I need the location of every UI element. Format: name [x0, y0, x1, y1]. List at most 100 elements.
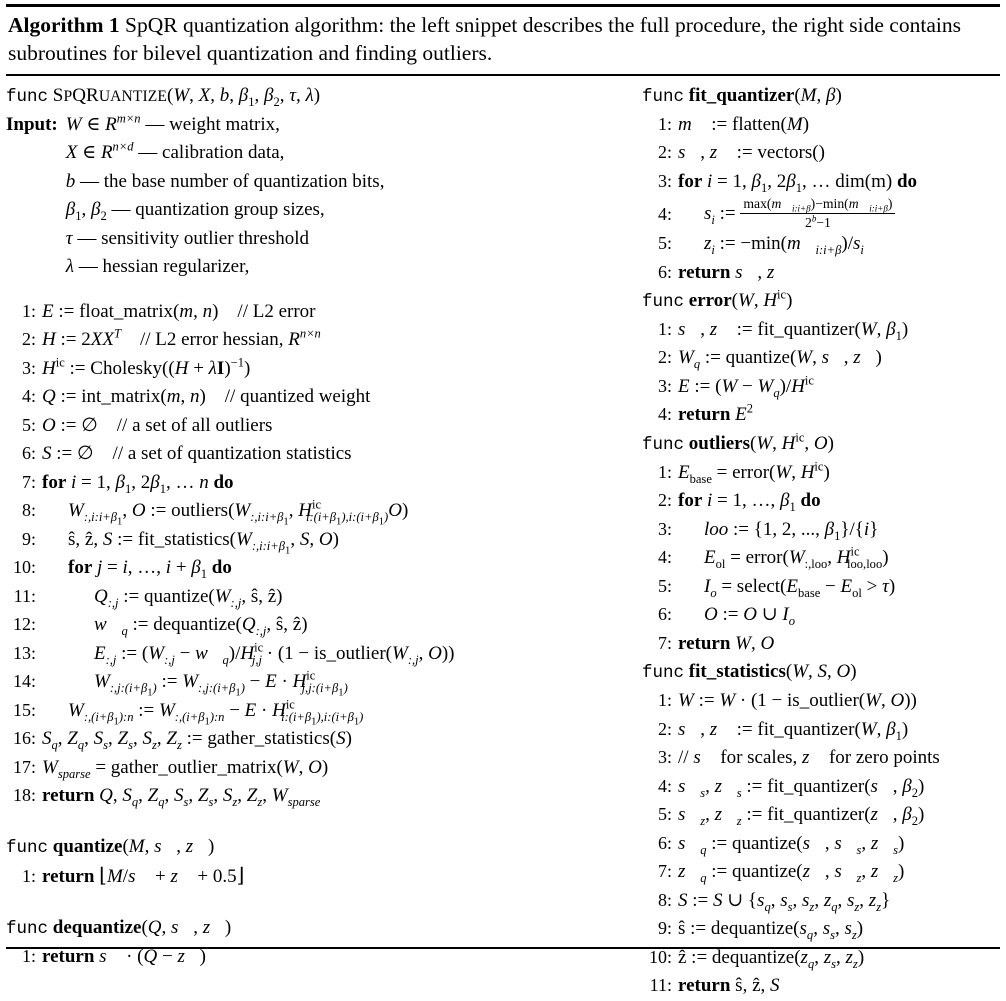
fq-step-5: 5: zi := −min(m⃗i:i+β)/si	[642, 230, 1000, 259]
input-line-b: b — the base number of quantization bits…	[65, 170, 385, 192]
step-body: s⃗s, z⃗s := fit_quantizer(s⃗, β2)	[678, 775, 925, 800]
step-number: 2:	[657, 490, 672, 511]
func-keyword: func	[6, 87, 49, 108]
step-body: Q := int_matrix(m, n) // quantized weigh…	[42, 386, 371, 408]
func-header-quantize: func quantize(M, s⃗, z⃗)	[6, 833, 636, 862]
step-number: 11:	[13, 585, 36, 606]
step-body: W := W · (1 − is_outlier(W, O))	[678, 690, 917, 712]
step-body: w⃗q := dequantize(Q:,j, ŝ, ẑ)	[94, 614, 308, 639]
step-number: 1:	[657, 690, 672, 711]
step-number: 1:	[21, 300, 36, 321]
step-body: zi := −min(m⃗i:i+β)/si	[704, 233, 864, 257]
step-body: return E2	[678, 402, 754, 426]
step-number: 3:	[657, 518, 672, 539]
step-number: 5:	[657, 575, 672, 596]
step-body: Ebase = error(W, Hic)	[678, 459, 830, 486]
fq-step-1: 1: m⃗ := flatten(M)	[642, 111, 1000, 140]
step-line-17: 17: Wsparse = gather_outlier_matrix(W, O…	[6, 754, 636, 783]
func-name-fit-statistics: fit_statistics	[688, 661, 786, 683]
step-body: Q:,j := quantize(W:,j, ŝ, ẑ)	[94, 585, 283, 610]
step-body: Wsparse = gather_outlier_matrix(W, O)	[42, 756, 329, 781]
fs-step-7: 7: z⃗q := quantize(z⃗, s⃗z, z⃗z)	[642, 858, 1000, 887]
algorithm-figure: Algorithm 1 SpQR quantization algorithm:…	[0, 4, 1006, 996]
step-body: S := ∅ // a set of quantization statisti…	[42, 443, 352, 465]
step-body: W:,(i+β1):n := W:,(i+β1):n − E · Hici:(i…	[68, 697, 364, 728]
step-body: H := 2XXT // L2 error hessian, Rn×n	[42, 327, 321, 351]
step-number: 1:	[657, 318, 672, 339]
step-line-13: 13: E:,j := (W:,j − w⃗q)/Hicj,j · (1 − i…	[6, 640, 636, 669]
step-number: 7:	[657, 632, 672, 653]
func-keyword: func	[642, 292, 685, 313]
out-step-4: 4: Eol = error(W:,loo, Hicloo,loo)	[642, 544, 1000, 573]
bottom-rule	[6, 947, 1000, 949]
input-label: Input:	[6, 113, 58, 135]
step-body: return Q, Sq, Zq, Ss, Zs, Sz, Zz, Wspars…	[42, 785, 321, 810]
step-line-11: 11: Q:,j := quantize(W:,j, ŝ, ẑ)	[6, 583, 636, 612]
step-line-5: 5: O := ∅ // a set of all outliers	[6, 412, 636, 441]
fs-step-11: 11: return ŝ, ẑ, S	[642, 972, 1000, 1001]
step-number: 4:	[657, 203, 672, 224]
func-signature-dequantize: (Q, s⃗, z⃗)	[141, 916, 232, 938]
step-line-8: 8: W:,i:i+β1, O := outliers(W:,i:i+β1, H…	[6, 497, 636, 528]
step-number: 1:	[657, 461, 672, 482]
step-line-12: 12: w⃗q := dequantize(Q:,j, ŝ, ẑ)	[6, 611, 636, 640]
step-body: for i = 1, β1, 2β1, … dim(m) do	[678, 170, 918, 195]
step-body: E := (W − Wq)/Hic	[678, 373, 814, 400]
fq-step-2: 2: s⃗, z⃗ := vectors()	[642, 139, 1000, 168]
step-number: 3:	[21, 357, 36, 378]
step-body: Io = select(Ebase − Eol > τ)	[704, 575, 896, 600]
func-name-quantize: quantize	[52, 835, 123, 857]
step-number: 4:	[657, 775, 672, 796]
out-step-2: 2: for i = 1, …, β1 do	[642, 487, 1000, 516]
right-column: func fit_quantizer(M, β) 1: m⃗ := flatte…	[636, 82, 1000, 1001]
func-keyword: func	[6, 837, 49, 858]
func-header-fit-quantizer: func fit_quantizer(M, β)	[642, 82, 1000, 111]
step-line-16: 16: Sq, Zq, Ss, Zs, Sz, Zz := gather_sta…	[6, 725, 636, 754]
step-body: Eol = error(W:,loo, Hicloo,loo)	[704, 544, 889, 572]
step-body: for i = 1, …, β1 do	[678, 490, 821, 515]
step-body: E:,j := (W:,j − w⃗q)/Hicj,j · (1 − is_ou…	[94, 640, 455, 667]
func-name-dequantize: dequantize	[52, 916, 142, 938]
step-number: 3:	[657, 747, 672, 768]
step-number: 4:	[21, 386, 36, 407]
func-name-outliers: outliers	[688, 432, 750, 454]
err-step-1: 1: s⃗, z⃗ := fit_quantizer(W, β1)	[642, 316, 1000, 345]
func-header-error: func error(W, Hic)	[642, 287, 1000, 316]
algorithm-label: Algorithm 1	[8, 13, 120, 37]
step-body: s⃗, z⃗ := fit_quantizer(W, β1)	[678, 718, 909, 743]
func-header-dequantize: func dequantize(Q, s⃗, z⃗)	[6, 914, 636, 943]
input-list: W ∈ Rm×n — weight matrix, X ∈ Rn×d — cal…	[66, 111, 385, 282]
err-step-4: 4: return E2	[642, 401, 1000, 430]
step-number: 13:	[12, 642, 36, 663]
step-number: 5:	[21, 414, 36, 435]
step-number: 14:	[12, 671, 36, 692]
input-block: Input: W ∈ Rm×n — weight matrix, X ∈ Rn×…	[6, 111, 636, 282]
step-number: 6:	[657, 261, 672, 282]
step-number: 1:	[657, 113, 672, 134]
algorithm-caption-text: SpQR quantization algorithm: the left sn…	[8, 13, 961, 65]
fs-step-5: 5: s⃗z, z⃗z := fit_quantizer(z⃗, β2)	[642, 801, 1000, 830]
step-body: O := ∅ // a set of all outliers	[42, 414, 273, 436]
fs-step-6: 6: s⃗q := quantize(s⃗, s⃗s, z⃗s)	[642, 830, 1000, 859]
step-number: 6:	[21, 443, 36, 464]
step-number: 8:	[21, 500, 36, 521]
algorithm-caption: Algorithm 1 SpQR quantization algorithm:…	[0, 7, 1006, 71]
fs-step-3: 3: // s⃗ for scales, z⃗ for zero points	[642, 744, 1000, 773]
step-number: 16:	[12, 728, 36, 749]
out-step-3: 3: loo := {1, 2, ..., β1}/{i}	[642, 516, 1000, 545]
step-body: O := O ∪ Io	[704, 604, 795, 629]
step-body: for j = i, …, i + β1 do	[68, 557, 232, 582]
func-header-spqrquantize: func SPQRUANTIZE(W, X, b, β1, β2, τ, λ)	[6, 82, 636, 111]
step-number: 2:	[21, 329, 36, 350]
out-step-6: 6: O := O ∪ Io	[642, 601, 1000, 630]
step-number: 9:	[657, 918, 672, 939]
step-line-15: 15: W:,(i+β1):n := W:,(i+β1):n − E · Hic…	[6, 697, 636, 728]
out-step-5: 5: Io = select(Ebase − Eol > τ)	[642, 573, 1000, 602]
func-name-error: error	[688, 290, 732, 312]
fq-step-3: 3: for i = 1, β1, 2β1, … dim(m) do	[642, 168, 1000, 197]
step-number: 5:	[657, 804, 672, 825]
input-line-tau: τ — sensitivity outlier threshold	[65, 227, 309, 249]
step-number: 6:	[657, 832, 672, 853]
